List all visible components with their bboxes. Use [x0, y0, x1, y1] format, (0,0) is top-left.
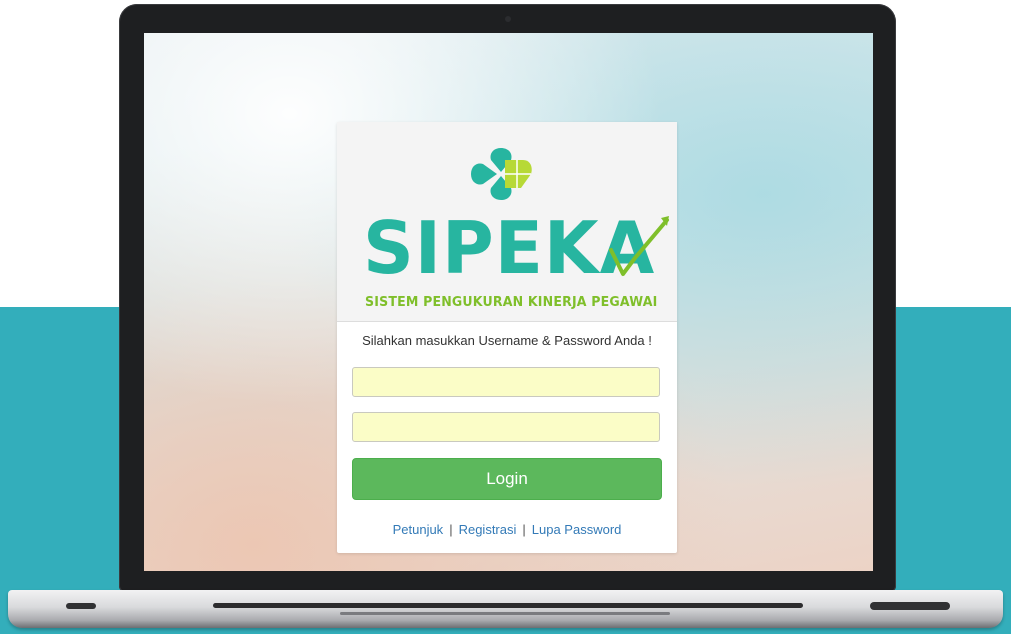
- forgot-password-link[interactable]: Lupa Password: [532, 522, 622, 537]
- laptop-screen: SIPEKA SISTEM PENGUKURAN KINERJA PEGAWAI…: [144, 33, 873, 571]
- login-button[interactable]: Login: [352, 458, 662, 500]
- login-card: SIPEKA SISTEM PENGUKURAN KINERJA PEGAWAI…: [337, 122, 677, 553]
- link-separator: |: [522, 522, 526, 537]
- password-input[interactable]: [352, 412, 660, 442]
- logo-tagline: SISTEM PENGUKURAN KINERJA PEGAWAI: [365, 294, 658, 310]
- laptop-base: [8, 590, 1003, 628]
- laptop-hinge: [213, 603, 803, 608]
- webcam-icon: [504, 16, 511, 22]
- laptop-base-slot-right: [870, 602, 950, 610]
- laptop-base-slot-left: [66, 603, 96, 609]
- username-input[interactable]: [352, 367, 660, 397]
- logo-panel: SIPEKA SISTEM PENGUKURAN KINERJA PEGAWAI: [337, 122, 677, 322]
- checkmark-trend-icon: [609, 216, 669, 276]
- register-link[interactable]: Registrasi: [459, 522, 517, 537]
- laptop-opening-notch: [340, 612, 670, 615]
- heart-cross-icon: [471, 148, 532, 200]
- help-link[interactable]: Petunjuk: [393, 522, 444, 537]
- link-separator: |: [449, 522, 453, 537]
- logo-wordmark: SIPEKA: [355, 208, 669, 288]
- footer-links: Petunjuk | Registrasi | Lupa Password: [337, 522, 677, 537]
- logo-leaf-left: [471, 163, 497, 185]
- login-prompt: Silahkan masukkan Username & Password An…: [362, 333, 652, 348]
